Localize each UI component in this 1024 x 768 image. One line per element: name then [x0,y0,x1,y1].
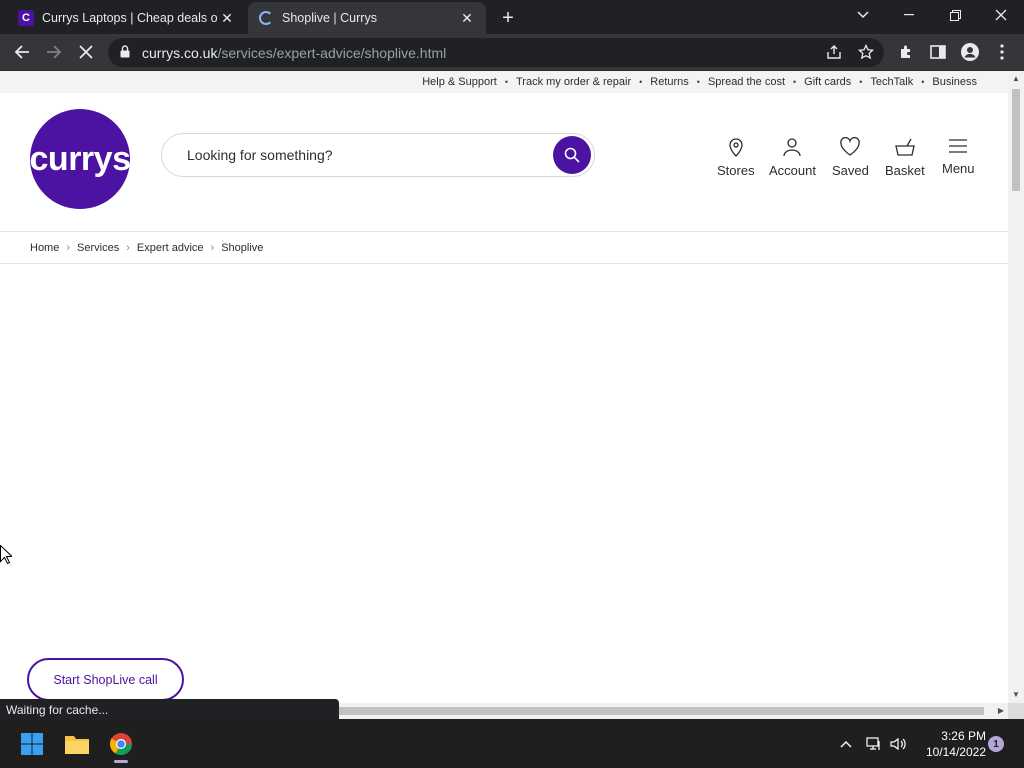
windows-taskbar: 3:26 PM 10/14/2022 1 [0,720,1024,768]
scrollbar-thumb[interactable] [338,707,984,715]
nav-basket[interactable]: Basket [885,137,925,178]
network-icon[interactable] [864,734,884,754]
utility-link-gift-cards[interactable]: Gift cards [804,76,851,88]
utility-link-track-order[interactable]: Track my order & repair [516,76,631,88]
basket-icon [895,138,915,156]
scroll-right-arrow-icon[interactable]: ▶ [998,706,1004,715]
clock-date: 10/14/2022 [925,745,986,759]
volume-icon[interactable] [889,734,909,754]
nav-label: Saved [832,163,869,178]
url-path: /services/expert-advice/shoplive.html [217,44,447,61]
separator-dot: • [696,77,700,87]
scrollbar-thumb[interactable] [1012,89,1020,191]
nav-account[interactable]: Account [769,137,816,178]
chevron-right-icon: › [210,241,215,254]
scroll-up-arrow-icon[interactable]: ▲ [1012,75,1020,83]
notification-badge[interactable]: 1 [988,736,1004,752]
utility-link-techtalk[interactable]: TechTalk [870,76,913,88]
breadcrumb-home[interactable]: Home [30,242,59,254]
user-icon [783,138,802,157]
location-pin-icon [729,138,743,157]
separator-dot: • [859,77,863,87]
tab-title: Shoplive | Currys [282,11,377,25]
restore-button[interactable] [932,0,978,30]
tab-close-icon[interactable]: ✕ [458,9,476,27]
stop-loading-button[interactable] [72,38,100,66]
clock-time: 3:26 PM [941,729,986,743]
forward-button[interactable] [40,38,68,66]
url-host: currys.co.uk [142,44,218,61]
close-window-button[interactable] [978,0,1024,30]
nav-label: Account [769,163,816,178]
nav-menu[interactable]: Menu [942,137,975,176]
separator-dot: • [793,77,797,87]
extensions-puzzle-icon[interactable] [892,38,920,66]
browser-tab-strip: C Currys Laptops | Cheap deals on Window… [0,0,1024,34]
separator-dot: • [639,77,643,87]
breadcrumb-services[interactable]: Services [77,242,119,254]
new-tab-button[interactable]: + [496,6,520,30]
chrome-taskbar-icon[interactable] [101,724,141,764]
search-bar [161,133,595,177]
address-bar[interactable]: currys.co.uk/services/expert-advice/shop… [108,38,884,67]
mouse-cursor-icon [0,545,12,564]
separator-dot: • [921,77,925,87]
tray-chevron-up-icon[interactable] [836,734,856,754]
nav-label: Menu [942,161,975,176]
start-shoplive-call-button[interactable]: Start ShopLive call [27,658,184,701]
windows-start-icon[interactable] [12,724,52,764]
heart-icon [840,137,861,156]
utility-link-help-support[interactable]: Help & Support [422,76,497,88]
hamburger-menu-icon [949,139,968,153]
loading-spinner-icon [258,10,274,26]
currys-logo[interactable]: currys [29,109,131,209]
file-explorer-icon[interactable] [57,724,97,764]
breadcrumb: Home › Services › Expert advice › Shopli… [0,231,1008,264]
search-button[interactable] [553,136,591,174]
utility-link-spread-cost[interactable]: Spread the cost [708,76,785,88]
browser-tab-shoplive[interactable]: Shoplive | Currys ✕ [248,2,486,34]
search-icon [564,147,580,163]
chevron-right-icon: › [66,241,71,254]
logo-text: currys [29,139,131,178]
currys-c-icon: C [18,10,34,26]
search-input[interactable] [187,147,527,163]
chrome-menu-kebab-icon[interactable] [988,38,1016,66]
nav-saved[interactable]: Saved [832,137,869,178]
browser-tab-currys-laptops[interactable]: C Currys Laptops | Cheap deals on Window… [8,2,246,34]
utility-link-business[interactable]: Business [932,76,977,88]
nav-stores[interactable]: Stores [717,137,755,178]
vertical-scrollbar[interactable]: ▲ ▼ [1008,71,1024,703]
horizontal-scrollbar[interactable]: ▶ [338,703,1008,719]
utility-link-returns[interactable]: Returns [650,76,689,88]
status-bubble: Waiting for cache... [0,699,339,720]
scrollbar-corner [1008,703,1024,719]
tab-close-icon[interactable]: ✕ [218,9,236,27]
scroll-down-arrow-icon[interactable]: ▼ [1012,691,1020,699]
minimize-button[interactable] [886,0,932,30]
web-page: Help & Support • Track my order & repair… [0,71,1008,703]
breadcrumb-shoplive: Shoplive [221,241,264,254]
separator-dot: • [504,77,508,87]
profile-avatar-icon[interactable] [956,38,984,66]
breadcrumb-expert-advice[interactable]: Expert advice [137,242,204,254]
nav-label: Stores [717,163,755,178]
system-clock[interactable]: 3:26 PM 10/14/2022 [910,728,986,760]
back-button[interactable] [8,38,36,66]
share-icon[interactable] [822,40,846,64]
tab-title: Currys Laptops | Cheap deals on Windows [42,11,218,25]
browser-toolbar: currys.co.uk/services/expert-advice/shop… [0,34,1024,71]
active-app-indicator [114,760,128,763]
lock-icon [120,44,134,61]
bookmark-star-icon[interactable] [854,40,878,64]
utility-links-bar: Help & Support • Track my order & repair… [0,71,1008,93]
nav-label: Basket [885,163,925,178]
chevron-right-icon: › [126,241,130,254]
side-panel-icon[interactable] [924,38,952,66]
tab-search-chevron-icon[interactable] [840,0,886,30]
